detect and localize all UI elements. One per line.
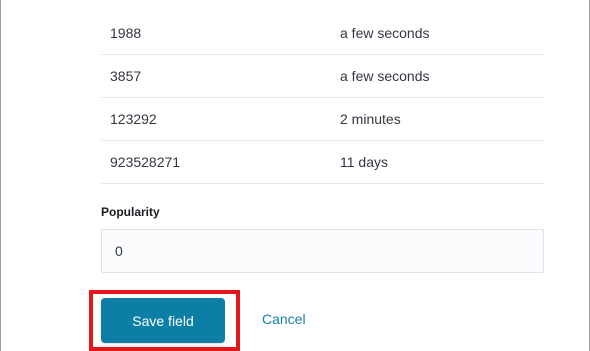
table-row: 1988 a few seconds bbox=[101, 12, 544, 55]
formatted-duration-cell: a few seconds bbox=[340, 68, 430, 84]
cancel-link[interactable]: Cancel bbox=[262, 311, 306, 327]
popularity-input-value: 0 bbox=[115, 243, 123, 259]
raw-value-cell: 923528271 bbox=[110, 154, 181, 170]
formatted-duration-cell: 2 minutes bbox=[340, 111, 401, 127]
raw-value-cell: 3857 bbox=[110, 68, 142, 84]
formatted-duration-cell: 11 days bbox=[340, 154, 388, 170]
preview-table: 1988 a few seconds 3857 a few seconds 12… bbox=[101, 12, 544, 184]
formatted-duration-cell: a few seconds bbox=[340, 25, 430, 41]
raw-value-cell: 1988 bbox=[110, 25, 142, 41]
table-row: 123292 2 minutes bbox=[101, 98, 544, 141]
popularity-label: Popularity bbox=[101, 205, 160, 219]
popularity-input[interactable]: 0 bbox=[101, 229, 544, 273]
table-row: 3857 a few seconds bbox=[101, 55, 544, 98]
field-editor-panel: 1988 a few seconds 3857 a few seconds 12… bbox=[0, 0, 590, 351]
save-field-button[interactable]: Save field bbox=[101, 298, 225, 343]
table-row: 923528271 11 days bbox=[101, 141, 544, 184]
raw-value-cell: 123292 bbox=[110, 111, 157, 127]
